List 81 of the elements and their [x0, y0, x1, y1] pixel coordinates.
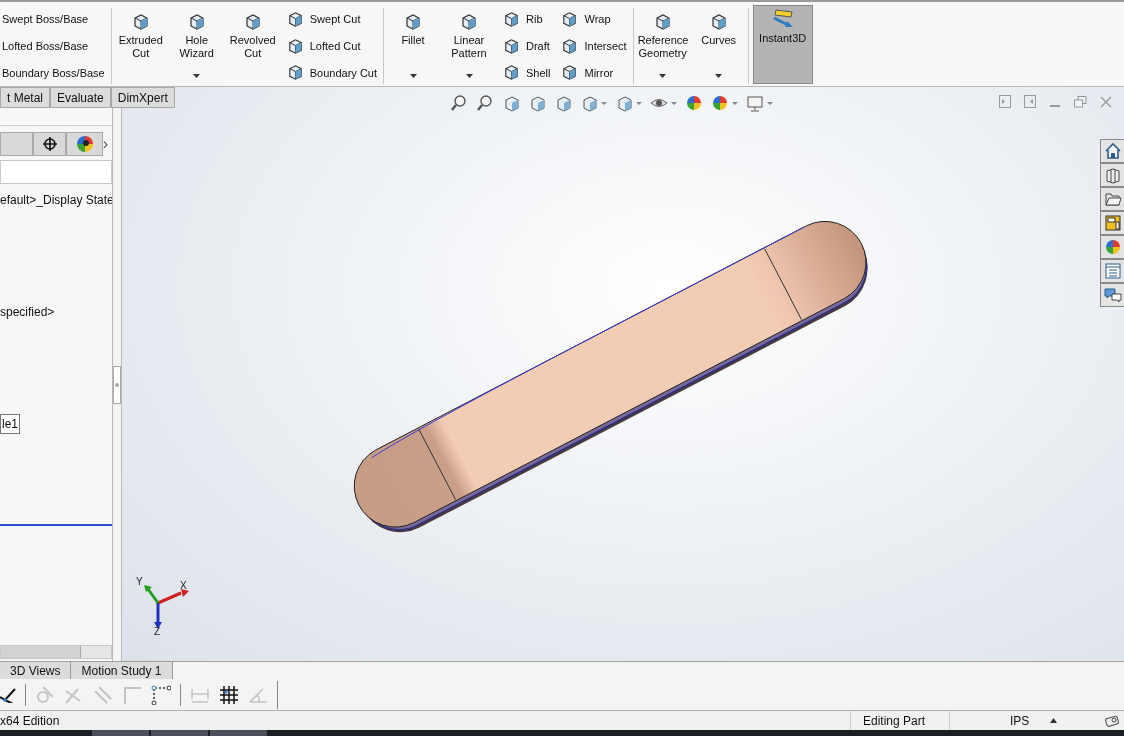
dropdown-caret-icon [715, 74, 723, 79]
home-tab[interactable] [1100, 139, 1124, 164]
feature-icon [502, 36, 521, 56]
layout-tab[interactable] [1100, 211, 1124, 236]
ribbon-button[interactable]: Revolved Cut [227, 6, 278, 87]
ribbon-button[interactable]: Curves [693, 6, 744, 87]
feature-icon [403, 12, 423, 32]
sketch-line-icon[interactable] [0, 686, 16, 703]
status-text: x64 Edition [0, 712, 61, 730]
ribbon-button[interactable]: Swept Cut [283, 8, 379, 31]
ribbon-button[interactable]: Extruded Cut [115, 6, 166, 87]
zoom-to-fit-icon [450, 94, 468, 113]
dropdown-caret-icon [732, 101, 738, 105]
edit-appearance-icon [685, 94, 703, 113]
dropdown-caret-icon [767, 101, 773, 105]
command-tab[interactable]: t Metal [0, 87, 50, 109]
tile-left-icon[interactable] [999, 95, 1011, 109]
color-ball-icon [1103, 238, 1122, 257]
ribbon-button[interactable]: Shell [500, 62, 553, 84]
ribbon-button[interactable]: Hole Wizard [171, 6, 222, 87]
list-tab[interactable] [1100, 259, 1124, 284]
panel-splitter[interactable] [112, 108, 122, 662]
crosshair-icon [41, 136, 58, 153]
color-ball-tab[interactable] [1100, 235, 1124, 260]
ribbon-button[interactable]: Mirror [558, 62, 629, 84]
feature-icon [459, 12, 479, 32]
tile-right-icon[interactable] [1024, 95, 1036, 109]
dropdown-caret-icon [671, 101, 677, 105]
ribbon-button[interactable]: Lofted Boss/Base [0, 35, 107, 58]
folder-tab[interactable] [1100, 187, 1124, 212]
ribbon-button[interactable]: Rib [500, 8, 553, 31]
command-tab[interactable]: DimXpert [110, 87, 175, 109]
view-tab[interactable]: Motion Study 1 [71, 662, 173, 680]
zoom-area-icon [476, 94, 494, 113]
ribbon-button[interactable]: Boundary Cut [283, 62, 379, 84]
restore-icon[interactable] [1074, 95, 1087, 108]
configuration-tab[interactable] [32, 132, 67, 157]
ribbon-button[interactable]: Swept Boss/Base [0, 8, 107, 31]
dropdown-caret-icon [636, 101, 642, 105]
units-selector[interactable]: IPS [1010, 711, 1050, 730]
list-icon [1103, 262, 1122, 281]
tree-item[interactable]: specified> [0, 304, 112, 321]
folder-icon [1103, 190, 1122, 209]
dropdown-caret-icon [193, 74, 201, 79]
ribbon-button[interactable]: Instant3D [752, 5, 813, 85]
ribbon-button[interactable]: Boundary Boss/Base [0, 62, 107, 84]
scroll-tabs-arrow[interactable]: › [102, 132, 108, 157]
books-tab[interactable] [1100, 163, 1124, 188]
tree-item-field[interactable]: le1 [0, 414, 20, 435]
view-tab[interactable]: 3D Views [0, 662, 72, 680]
home-icon [1103, 142, 1122, 161]
dropdown-caret-icon [601, 101, 607, 105]
appearance-tab[interactable] [66, 132, 103, 157]
dropdown-caret-icon [659, 74, 667, 79]
grid-icon[interactable] [219, 684, 239, 705]
books-icon [1103, 166, 1122, 185]
axis-triad-drawing: Y X Z [134, 577, 190, 636]
caret-up-icon[interactable] [1050, 718, 1057, 724]
ribbon-button[interactable]: Reference Geometry [637, 6, 688, 87]
ribbon-button[interactable]: Lofted Cut [283, 35, 379, 58]
ribbon-button[interactable]: Wrap [558, 8, 629, 31]
ribbon-button[interactable]: Fillet [388, 6, 438, 87]
ribbon-button[interactable]: Intersect [558, 35, 629, 58]
feature-icon [502, 9, 521, 29]
dotted-corner-icon[interactable] [151, 684, 171, 705]
layout-icon [1103, 214, 1122, 233]
ribbon-button[interactable]: Draft [500, 35, 553, 58]
ribbon-button[interactable]: Linear Pattern [444, 6, 494, 87]
dropdown-caret-icon [409, 74, 417, 79]
command-tab[interactable]: Evaluate [50, 87, 111, 109]
close-icon[interactable] [1100, 95, 1112, 108]
dropdown-caret-icon [465, 74, 473, 79]
filter-field[interactable] [0, 160, 112, 185]
monitor-icon [746, 94, 764, 113]
chat-tab[interactable] [1100, 283, 1124, 308]
scrollbar-thumb[interactable] [1, 646, 81, 659]
scene-icon [711, 94, 729, 113]
feature-icon [502, 63, 521, 83]
status-mode: Editing Part [863, 712, 927, 730]
color-ball-icon [75, 135, 94, 154]
chat-icon [1103, 286, 1122, 305]
